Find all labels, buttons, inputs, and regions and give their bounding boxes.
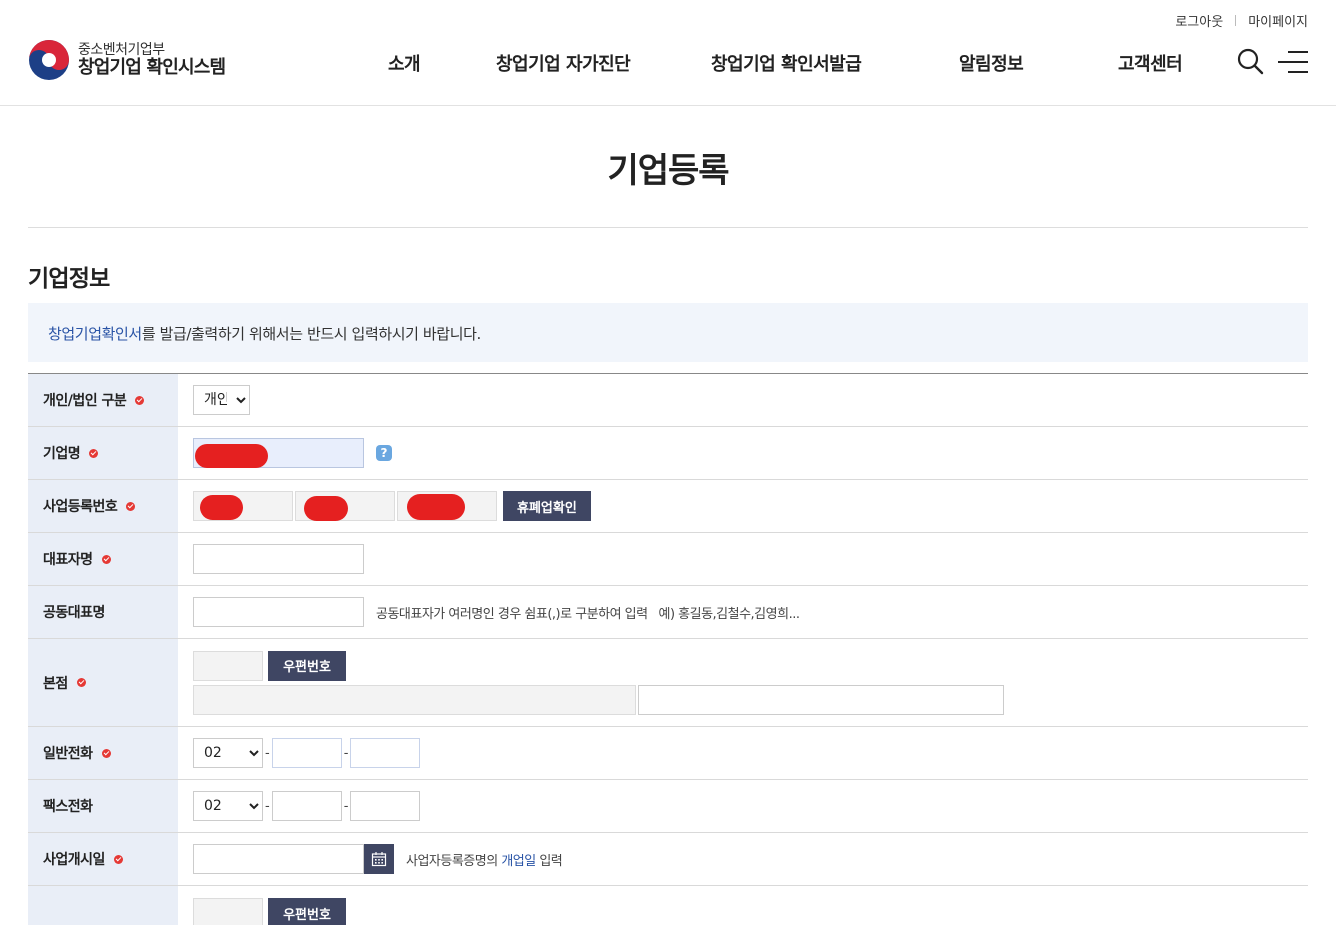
hq-zipcode-button[interactable]: 우편번호 [268, 650, 346, 681]
company-label: 기업명 [43, 446, 81, 462]
hq-address-detail-input[interactable] [638, 684, 1004, 715]
nav-customer-center[interactable]: 고객센터 [1118, 50, 1183, 76]
calendar-icon [371, 852, 387, 867]
open-date-help-post: 입력 [535, 853, 563, 869]
nav-self-diagnosis[interactable]: 창업기업 자가진단 [496, 50, 631, 76]
notice-text: 를 발급/출력하기 위해서는 반드시 입력하시기 바랍니다. [141, 325, 481, 343]
required-icon [135, 395, 145, 405]
main-nav: 소개 창업기업 자가진단 창업기업 확인서발급 알림정보 고객센터 [0, 50, 1336, 76]
hq-address-input[interactable] [193, 684, 636, 715]
dash-separator: - [265, 745, 270, 761]
open-date-label: 사업개시일 [43, 852, 105, 868]
company-form: 개인/법인 구분 개인 기업명 ? 사업등록번호 휴폐업확인 대표자명 공동대표… [28, 373, 1308, 925]
search-icon[interactable] [1236, 47, 1264, 75]
next-zipcode-button[interactable]: 우편번호 [268, 898, 346, 925]
business-status-check-button[interactable]: 휴폐업확인 [503, 491, 591, 521]
form-row-type: 개인/법인 구분 개인 [28, 374, 1308, 427]
title-divider [28, 227, 1308, 228]
section-title: 기업정보 [28, 266, 110, 292]
utility-links: 로그아웃 마이페이지 [1175, 11, 1308, 30]
open-date-help-link: 개업일 [501, 853, 536, 869]
calendar-button[interactable] [364, 844, 394, 874]
util-divider [1235, 15, 1237, 26]
hq-label: 본점 [43, 675, 68, 692]
fax-label: 팩스전화 [43, 799, 93, 815]
fax-last-input[interactable] [350, 791, 421, 821]
open-date-input[interactable] [193, 844, 364, 874]
phone-last-input[interactable] [350, 738, 421, 768]
required-icon [76, 678, 86, 687]
logout-link[interactable]: 로그아웃 [1175, 11, 1223, 30]
required-icon [126, 501, 136, 511]
required-icon [113, 854, 123, 864]
redaction-mark [304, 496, 348, 521]
required-icon [101, 748, 111, 758]
phone-label: 일반전화 [43, 746, 93, 762]
notice-box: 창업기업확인서를 발급/출력하기 위해서는 반드시 입력하시기 바랍니다. [28, 303, 1308, 362]
phone-middle-input[interactable] [271, 738, 342, 768]
ceo-label: 대표자명 [43, 552, 93, 568]
entity-type-select[interactable]: 개인 [193, 385, 250, 415]
redaction-mark [200, 495, 243, 520]
hq-zipcode-input[interactable] [193, 650, 263, 681]
form-row-hq: 본점 우편번호 [28, 639, 1308, 727]
nav-notice[interactable]: 알림정보 [959, 50, 1024, 76]
nav-certificate-issue[interactable]: 창업기업 확인서발급 [711, 50, 862, 76]
form-row-bizno: 사업등록번호 휴폐업확인 [28, 480, 1308, 533]
bizno-label: 사업등록번호 [43, 499, 118, 515]
next-zipcode-input[interactable] [193, 898, 263, 925]
redaction-mark [195, 444, 268, 468]
open-date-help: 사업자등록증명의 개업일 입력 [406, 850, 563, 869]
coceo-help-text: 공동대표자가 여러명인 경우 쉼표(,)로 구분하여 입력 예) 홍길동,김철수… [376, 606, 800, 622]
menu-icon[interactable] [1278, 50, 1308, 74]
dash-separator: - [343, 798, 349, 814]
redaction-mark [407, 494, 465, 520]
required-icon [101, 554, 111, 564]
nav-intro[interactable]: 소개 [388, 50, 421, 76]
site-header: 로그아웃 마이페이지 중소벤처기업부 창업기업 확인시스템 소개 창업기업 자가… [0, 0, 1336, 106]
page-title: 기업등록 [607, 151, 729, 191]
form-row-company: 기업명 ? [28, 427, 1308, 480]
dash-separator: - [265, 798, 270, 814]
mypage-link[interactable]: 마이페이지 [1248, 11, 1308, 30]
form-row-phone: 일반전화 02 - - [28, 727, 1308, 780]
dash-separator: - [343, 745, 349, 761]
coceo-label: 공동대표명 [43, 605, 105, 621]
co-ceo-name-input[interactable] [193, 597, 364, 627]
form-row-fax: 팩스전화 02 - - [28, 780, 1308, 833]
phone-area-select[interactable]: 02 [193, 738, 263, 768]
form-row-ceo: 대표자명 [28, 533, 1308, 586]
form-row-coceo: 공동대표명 공동대표자가 여러명인 경우 쉼표(,)로 구분하여 입력 예) 홍… [28, 586, 1308, 639]
fax-middle-input[interactable] [271, 791, 342, 821]
fax-area-select[interactable]: 02 [193, 791, 263, 821]
open-date-help-pre: 사업자등록증명의 [406, 853, 502, 869]
form-row-next: 우편번호 [28, 886, 1308, 925]
notice-link: 창업기업확인서 [48, 325, 142, 343]
required-icon [89, 448, 99, 458]
help-icon[interactable]: ? [376, 445, 392, 461]
type-label: 개인/법인 구분 [43, 393, 127, 409]
form-row-open-date: 사업개시일 사업자등록증명의 개업일 입력 [28, 833, 1308, 886]
ceo-name-input[interactable] [193, 544, 364, 574]
